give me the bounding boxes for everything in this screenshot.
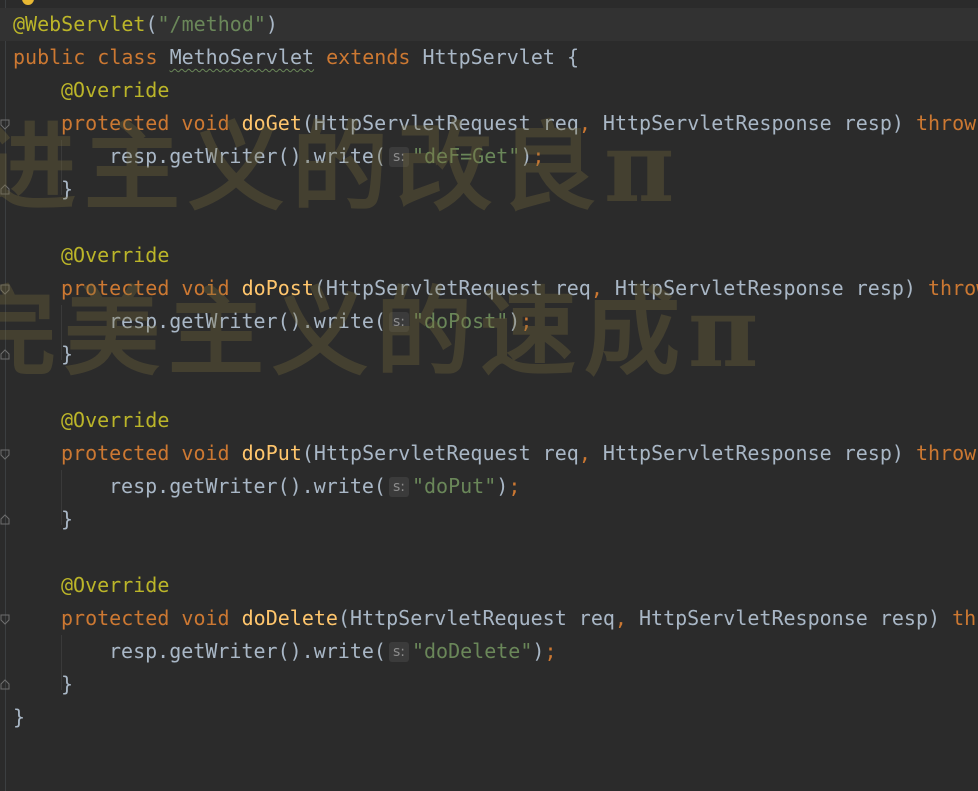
keyword: public <box>13 45 86 69</box>
paren: ) <box>496 474 509 498</box>
fold-icon[interactable] <box>0 283 10 295</box>
keyword: protected <box>61 606 170 630</box>
lightbulb-icon[interactable] <box>22 0 34 5</box>
params: (HttpServletRequest req <box>313 276 591 300</box>
params: HttpServletResponse resp) <box>626 606 953 630</box>
keyword: throw <box>928 276 978 300</box>
paren: ) <box>532 639 545 663</box>
annotation: @WebServlet <box>13 12 146 36</box>
semicolon: ; <box>520 309 533 333</box>
annotation: @Override <box>61 408 170 432</box>
comma: , <box>578 111 591 135</box>
paren: ) <box>520 144 533 168</box>
parameter-hint: s: <box>388 312 409 332</box>
annotation: @Override <box>61 78 170 102</box>
fold-end-icon[interactable] <box>0 513 10 525</box>
method-name: doPut <box>241 441 302 465</box>
brace: } <box>61 507 74 531</box>
method-name: doPost <box>241 276 314 300</box>
code-line[interactable]: protected void doGet(HttpServletRequest … <box>61 107 978 140</box>
string-literal: "doPut" <box>411 474 497 498</box>
string-literal: "doPost" <box>411 309 509 333</box>
class-name: MethoServlet <box>169 45 315 69</box>
code-line[interactable]: @Override <box>61 404 169 437</box>
params: HttpServletResponse resp) <box>602 276 928 300</box>
code-line[interactable]: } <box>61 668 73 701</box>
paren: ) <box>265 12 278 36</box>
code-line[interactable]: @Override <box>61 74 169 107</box>
code-line[interactable]: public class MethoServlet extends HttpSe… <box>13 41 579 74</box>
code-line[interactable]: protected void doPut(HttpServletRequest … <box>61 437 978 470</box>
call: resp.getWriter().write( <box>109 144 386 168</box>
code-line[interactable]: protected void doPost(HttpServletRequest… <box>61 272 978 305</box>
string-literal: "deF=Get" <box>411 144 521 168</box>
annotation: @Override <box>61 243 170 267</box>
code-line[interactable]: } <box>61 503 73 536</box>
code-line[interactable]: protected void doDelete(HttpServletReque… <box>61 602 978 635</box>
brace: } <box>61 672 74 696</box>
fold-icon[interactable] <box>0 118 10 130</box>
brace: } <box>61 342 74 366</box>
paren: ( <box>145 12 158 36</box>
params: (HttpServletRequest req <box>301 441 579 465</box>
keyword: void <box>181 276 230 300</box>
keyword: throws <box>915 441 978 465</box>
keyword: void <box>181 441 230 465</box>
semicolon: ; <box>508 474 521 498</box>
semicolon: ; <box>532 144 545 168</box>
fold-end-icon[interactable] <box>0 348 10 360</box>
call: resp.getWriter().write( <box>109 309 386 333</box>
parameter-hint: s: <box>388 147 409 167</box>
params: HttpServletResponse resp) <box>590 441 916 465</box>
fold-end-icon[interactable] <box>0 678 10 690</box>
semicolon: ; <box>544 639 557 663</box>
method-name: doGet <box>241 111 302 135</box>
keyword: protected <box>61 276 170 300</box>
comma: , <box>590 276 603 300</box>
comma: , <box>614 606 627 630</box>
comma: , <box>578 441 591 465</box>
keyword: protected <box>61 111 170 135</box>
code-line[interactable]: resp.getWriter().write(s: "doPut"); <box>109 470 520 503</box>
code-line[interactable]: resp.getWriter().write(s: "doPost"); <box>109 305 532 338</box>
keyword: void <box>181 111 230 135</box>
brace: } <box>13 705 26 729</box>
annotation: @Override <box>61 573 170 597</box>
parameter-hint: s: <box>388 477 409 497</box>
code-line[interactable]: } <box>61 173 73 206</box>
string-literal: "/method" <box>157 12 266 36</box>
code-line[interactable]: } <box>61 338 73 371</box>
keyword: protected <box>61 441 170 465</box>
params: (HttpServletRequest req <box>301 111 579 135</box>
brace: } <box>61 177 74 201</box>
keyword: class <box>97 45 158 69</box>
params: (HttpServletRequest req <box>337 606 615 630</box>
string-literal: "doDelete" <box>411 639 533 663</box>
code-line[interactable]: resp.getWriter().write(s: "doDelete"); <box>109 635 556 668</box>
keyword: thr <box>952 606 978 630</box>
method-name: doDelete <box>241 606 338 630</box>
brace: { <box>566 45 579 69</box>
keyword: void <box>181 606 230 630</box>
fold-icon[interactable] <box>0 613 10 625</box>
code-line[interactable]: @Override <box>61 569 169 602</box>
code-line[interactable]: @WebServlet("/method") <box>13 8 278 41</box>
fold-end-icon[interactable] <box>0 183 10 195</box>
keyword: throws <box>915 111 978 135</box>
fold-icon[interactable] <box>0 448 10 460</box>
code-line[interactable]: resp.getWriter().write(s: "deF=Get"); <box>109 140 544 173</box>
params: HttpServletResponse resp) <box>590 111 916 135</box>
code-editor[interactable]: @WebServlet("/method") public class Meth… <box>0 0 978 791</box>
keyword: extends <box>326 45 411 69</box>
call: resp.getWriter().write( <box>109 639 386 663</box>
paren: ) <box>508 309 521 333</box>
code-line[interactable]: } <box>13 701 25 734</box>
parameter-hint: s: <box>388 642 409 662</box>
call: resp.getWriter().write( <box>109 474 386 498</box>
code-line[interactable]: @Override <box>61 239 169 272</box>
parent-class: HttpServlet <box>422 45 555 69</box>
